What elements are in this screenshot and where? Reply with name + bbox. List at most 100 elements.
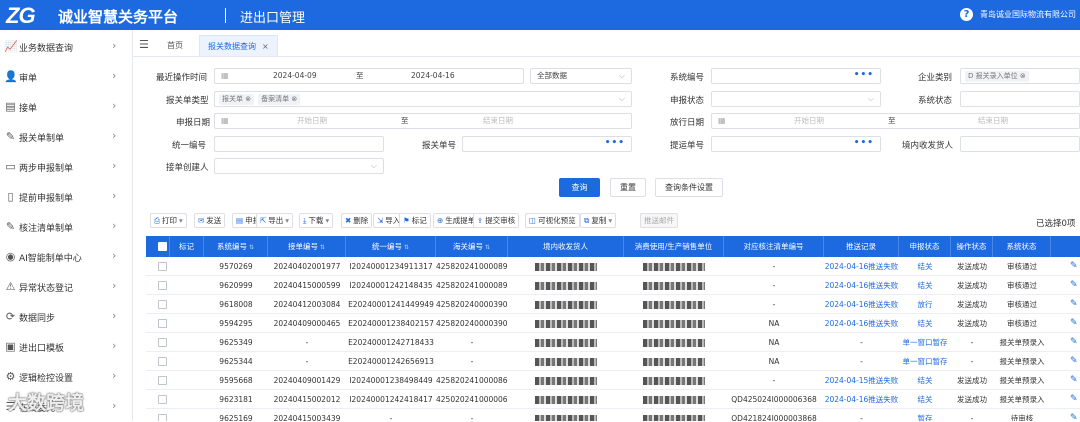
toolbar-button[interactable]: ⚑ 标记 (399, 213, 431, 228)
table-row[interactable]: 9620999 20240415000599 I20240001242148435 4… (146, 276, 1080, 295)
edit-icon[interactable]: ✎ (1070, 394, 1078, 404)
cell-push[interactable]: 2024-04-16推送失败 (825, 281, 899, 290)
table-row[interactable]: 9570269 20240402001977 I20240001234911317 4… (146, 257, 1080, 276)
row-checkbox[interactable] (158, 376, 167, 385)
tab-home[interactable]: 首页 (159, 35, 191, 56)
cell-push[interactable]: - (860, 414, 863, 421)
toolbar-button[interactable]: ⇪ 提交审核 (473, 213, 520, 228)
column-header[interactable]: 境内收发货人 (508, 236, 624, 257)
row-checkbox[interactable] (158, 281, 167, 290)
edit-icon[interactable]: ✎ (1070, 299, 1078, 309)
toolbar-button[interactable]: ⧉ 复制 ▾ (580, 213, 617, 228)
cell-push[interactable]: - (860, 357, 863, 366)
help-icon[interactable]: ? (960, 8, 973, 21)
cell-declare[interactable]: 结关 (918, 376, 933, 385)
column-header[interactable]: 统一编号 ⇅ (346, 236, 436, 257)
more-icon[interactable]: ••• (605, 137, 625, 150)
cell-declare[interactable]: 单一窗口暂存 (903, 338, 948, 347)
last-op-time-range[interactable]: ▦ 2024-04-09 至 2024-04-16 (214, 68, 524, 84)
edit-icon[interactable]: ✎ (1070, 337, 1078, 347)
toolbar-button[interactable]: ⇱ 导出 ▾ (256, 213, 294, 228)
tab-customs-query[interactable]: 报关数据查询 × (199, 35, 278, 56)
table-row[interactable]: 9623181 20240415002012 I20240001242418417 4… (146, 390, 1080, 409)
row-checkbox[interactable] (158, 300, 167, 309)
consignee-input[interactable] (960, 136, 1080, 152)
column-header[interactable]: 操作状态 (951, 236, 993, 257)
select-all-checkbox[interactable] (158, 242, 167, 251)
row-checkbox[interactable] (158, 262, 167, 271)
row-checkbox[interactable] (158, 319, 167, 328)
more-icon[interactable]: ••• (854, 137, 874, 150)
row-checkbox[interactable] (158, 414, 167, 421)
system-status-select[interactable] (960, 91, 1080, 107)
column-header[interactable]: 对应核注清单编号 (724, 236, 824, 257)
bill-no-input[interactable]: ••• (711, 136, 881, 152)
sidebar-item[interactable]: ✎ 报关单制单 › (0, 122, 132, 152)
cell-declare[interactable]: 单一窗口暂存 (903, 357, 948, 366)
creator-select[interactable]: ⌵ (214, 158, 384, 174)
declare-status-select[interactable]: ⌵ (711, 91, 881, 107)
sort-icon[interactable]: ⇅ (485, 244, 490, 251)
menu-toggle-icon[interactable]: ☰ (139, 38, 149, 51)
edit-icon[interactable]: ✎ (1070, 356, 1078, 366)
column-header[interactable] (1051, 236, 1080, 257)
sidebar-item[interactable]: 📈 业务数据查询 › (0, 32, 132, 62)
column-header[interactable]: 海关编号 ⇅ (436, 236, 508, 257)
column-header[interactable]: 申报状态 (899, 236, 951, 257)
system-no-input[interactable]: ••• (711, 68, 881, 84)
table-row[interactable]: 9625344 - E20240001242656913 - NA - 单一窗口暂存 - 报关单… (146, 352, 1080, 371)
release-date-range[interactable]: ▦ 开始日期 至 结束日期 (711, 113, 1080, 129)
cell-declare[interactable]: 暂存 (918, 414, 933, 421)
cell-declare[interactable]: 结关 (918, 262, 933, 271)
reset-button[interactable]: 重置 (610, 178, 646, 197)
customs-no-input[interactable]: ••• (462, 136, 632, 152)
column-header[interactable]: 消费使用/生产销售单位 (624, 236, 724, 257)
sidebar-item[interactable]: ⚠ 异常状态登记 › (0, 272, 132, 302)
sidebar-item[interactable]: ✎ 核注清单制单 › (0, 212, 132, 242)
sidebar-item[interactable]: ▤ 接单 › (0, 92, 132, 122)
column-header[interactable]: 系统编号 ⇅ (204, 236, 268, 257)
table-row[interactable]: 9595668 20240409001429 I20240001238498449 4… (146, 371, 1080, 390)
cell-push[interactable]: 2024-04-16推送失败 (825, 262, 899, 271)
declare-date-range[interactable]: ▦ 开始日期 至 结束日期 (214, 113, 632, 129)
edit-icon[interactable]: ✎ (1070, 318, 1078, 328)
cell-declare[interactable]: 结关 (918, 281, 933, 290)
cell-declare[interactable]: 结关 (918, 319, 933, 328)
sidebar-item[interactable]: ▯ 提前申报制单 › (0, 182, 132, 212)
column-header[interactable]: 系统状态 (993, 236, 1051, 257)
sidebar-item[interactable]: ◉ AI智能制单中心 › (0, 242, 132, 272)
column-header[interactable]: 标记 (170, 236, 204, 257)
column-header[interactable]: 推送记录 (824, 236, 899, 257)
table-row[interactable]: 9625349 - E20240001242718433 - NA - 单一窗口暂存 - 报关单… (146, 333, 1080, 352)
cell-declare[interactable]: 结关 (918, 395, 933, 404)
edit-icon[interactable]: ✎ (1070, 261, 1078, 271)
table-row[interactable]: 9618008 20240412003084 E20240001241449949 4… (146, 295, 1080, 314)
row-checkbox[interactable] (158, 357, 167, 366)
row-checkbox[interactable] (158, 338, 167, 347)
cell-declare[interactable]: 放行 (918, 300, 933, 309)
column-header[interactable]: 接单编号 ⇅ (268, 236, 346, 257)
sidebar-item[interactable]: ▣ 进出口模板 › (0, 332, 132, 362)
cell-push[interactable]: 2024-04-16推送失败 (825, 395, 899, 404)
sort-icon[interactable]: ⇅ (320, 244, 325, 251)
sort-icon[interactable]: ⇅ (249, 244, 254, 251)
sort-icon[interactable]: ⇅ (404, 244, 409, 251)
toolbar-button[interactable]: ✖ 删除 (341, 213, 373, 228)
company-type-select[interactable]: D 报关录入单位 ⊗ (960, 68, 1080, 84)
query-button[interactable]: 查询 (559, 178, 600, 197)
doc-type-select[interactable]: 报关单 ⊗ 备案清单 ⊗ ⌵ (214, 91, 632, 107)
edit-icon[interactable]: ✎ (1070, 375, 1078, 385)
unified-no-input[interactable] (214, 136, 384, 152)
sidebar-item[interactable]: ⟳ 数据同步 › (0, 302, 132, 332)
toolbar-button[interactable]: ⤓ 下载 ▾ (299, 213, 334, 228)
table-row[interactable]: 9594295 20240409000465 E20240001238402157 4… (146, 314, 1080, 333)
toolbar-button[interactable]: ✉ 发送 (194, 213, 226, 228)
company-name[interactable]: 青岛诚业国际物流有限公司 (980, 9, 1076, 20)
cell-push[interactable]: 2024-04-15推送失败 (825, 376, 899, 385)
edit-icon[interactable]: ✎ (1070, 413, 1078, 421)
more-icon[interactable]: ••• (854, 69, 874, 82)
sidebar-item[interactable]: ▭ 两步申报制单 › (0, 152, 132, 182)
sidebar-item[interactable]: 👤 审单 › (0, 62, 132, 92)
edit-icon[interactable]: ✎ (1070, 280, 1078, 290)
toolbar-button[interactable]: ◫ 可视化预览 (525, 213, 580, 228)
